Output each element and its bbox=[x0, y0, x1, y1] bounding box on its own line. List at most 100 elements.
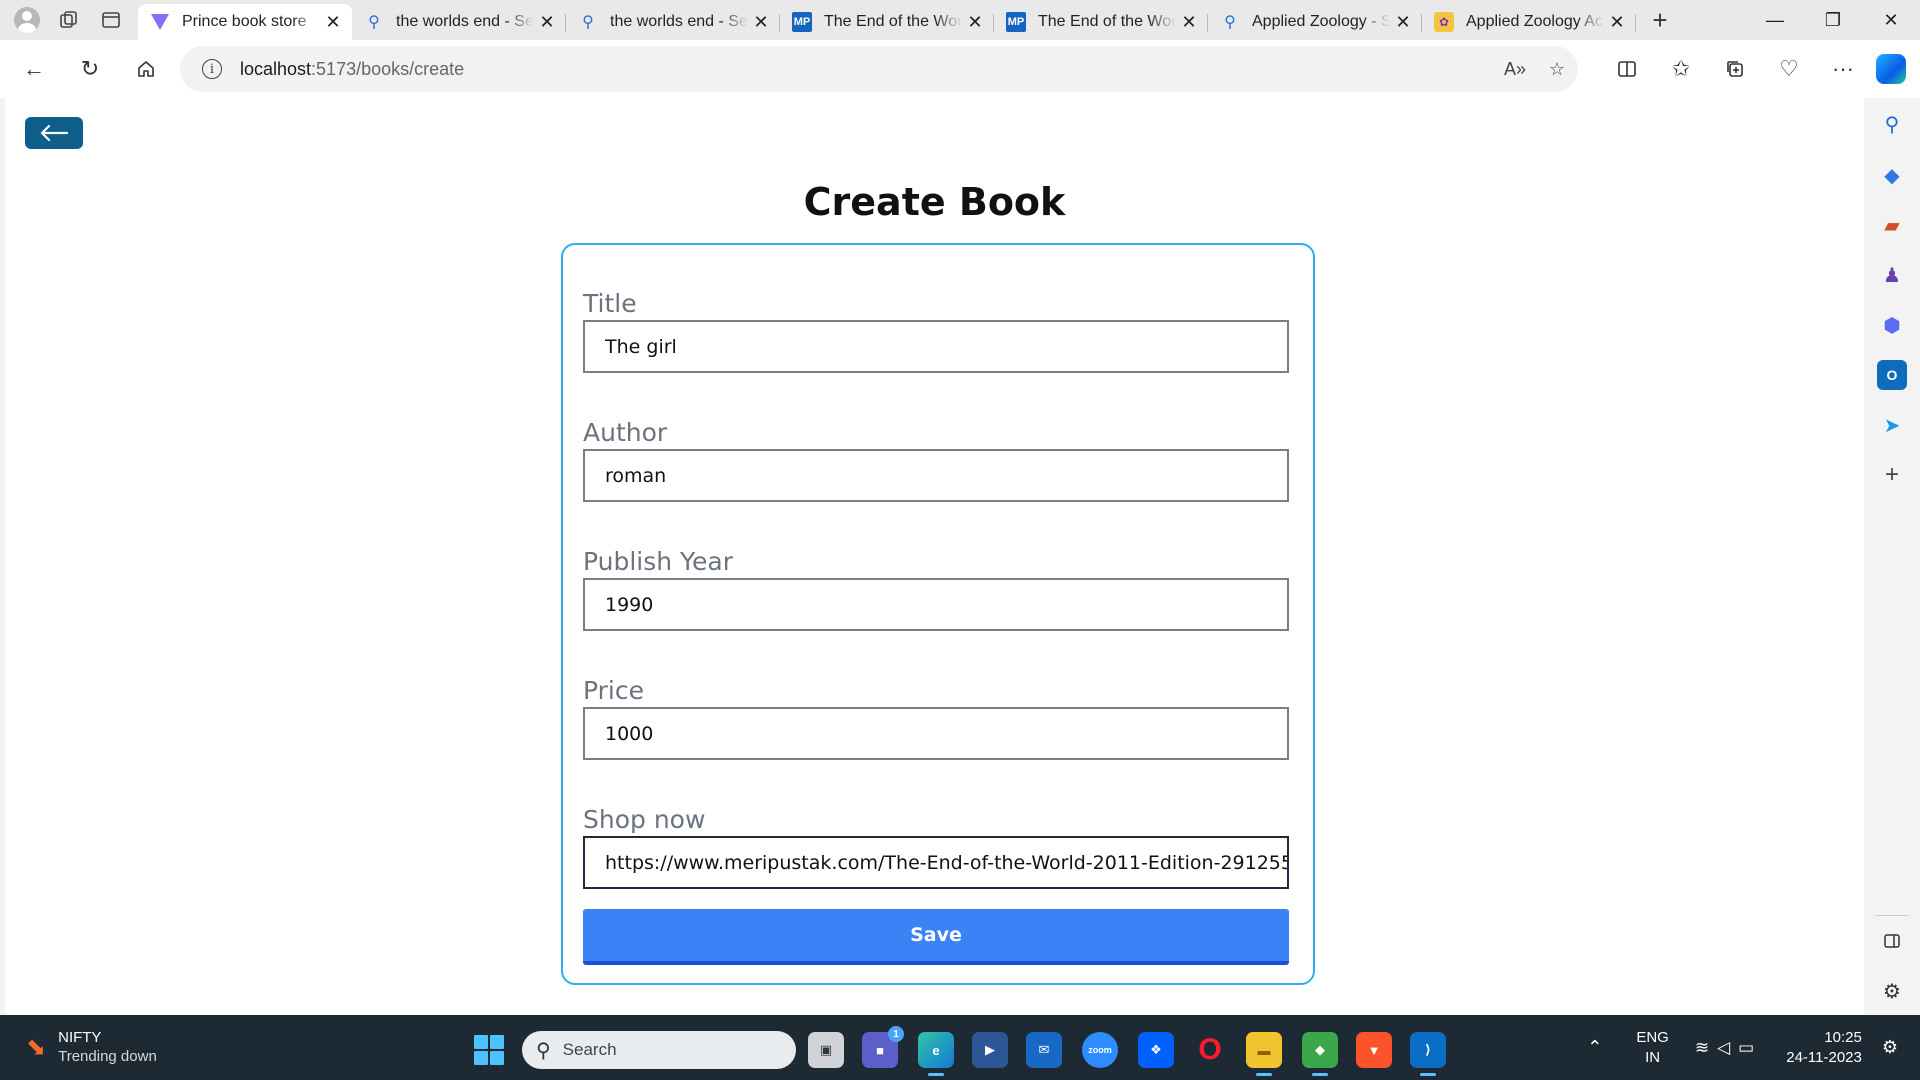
chat-badge: 1 bbox=[888, 1026, 904, 1042]
restore-button[interactable]: ❐ bbox=[1804, 0, 1862, 40]
tab-end-of-world-1[interactable]: MP The End of the World ✕ bbox=[780, 4, 994, 40]
sidebar-search-icon[interactable]: ⚲ bbox=[1877, 109, 1907, 139]
windows-taskbar: ⬊ NIFTY Trending down ⚲ Search ▣ ■ 1 e ▶ … bbox=[0, 1015, 1920, 1080]
tab-end-of-world-2[interactable]: MP The End of the World ✕ bbox=[994, 4, 1208, 40]
url-host: localhost bbox=[240, 58, 312, 79]
tab-label: the worlds end - Search bbox=[610, 13, 748, 30]
network-volume-battery-icons[interactable]: ≋◁▭ bbox=[1695, 1038, 1762, 1058]
back-button[interactable] bbox=[25, 117, 83, 149]
brave-icon[interactable]: ▼ bbox=[1356, 1032, 1392, 1068]
tab-prince-book-store[interactable]: Prince book store ✕ bbox=[138, 4, 352, 40]
price-label: Price bbox=[583, 676, 644, 705]
new-tab-button[interactable]: + bbox=[1642, 2, 1678, 38]
clock-date: 24-11-2023 bbox=[1786, 1048, 1862, 1066]
file-explorer-icon[interactable]: ▬ bbox=[1246, 1032, 1282, 1076]
sidebar-microsoft365-icon[interactable]: ⬢ bbox=[1877, 310, 1907, 340]
sidebar-hide-icon[interactable] bbox=[1877, 926, 1907, 956]
bluestacks-icon[interactable]: ◆ bbox=[1302, 1032, 1338, 1076]
search-icon: ⚲ bbox=[536, 1039, 551, 1062]
close-window-button[interactable]: ✕ bbox=[1862, 0, 1920, 40]
taskbar-search[interactable]: ⚲ Search bbox=[522, 1031, 796, 1069]
close-tab-icon[interactable]: ✕ bbox=[1608, 12, 1626, 33]
region-code: IN bbox=[1645, 1048, 1661, 1066]
tab-label: the worlds end - Search bbox=[396, 13, 534, 30]
opera-icon[interactable]: O bbox=[1192, 1032, 1228, 1068]
save-button[interactable]: Save bbox=[583, 909, 1289, 965]
publish-year-label: Publish Year bbox=[583, 547, 733, 576]
dropbox-icon[interactable]: ❖ bbox=[1138, 1032, 1174, 1068]
sidebar-shopping-icon[interactable]: ◆ bbox=[1877, 160, 1907, 190]
trend-down-icon: ⬊ bbox=[26, 1034, 47, 1061]
close-tab-icon[interactable]: ✕ bbox=[752, 12, 770, 33]
mp-icon: MP bbox=[1006, 12, 1026, 32]
more-menu-icon[interactable]: ··· bbox=[1816, 49, 1870, 89]
sidebar-tools-icon[interactable]: ▰ bbox=[1877, 210, 1907, 240]
tab-strip: Prince book store ✕ ⚲ the worlds end - S… bbox=[0, 0, 1920, 40]
sidebar-drop-icon[interactable]: ➤ bbox=[1877, 410, 1907, 440]
page-title: Create Book bbox=[803, 180, 1066, 224]
show-hidden-icons-icon[interactable]: ⌃ bbox=[1587, 1037, 1602, 1058]
price-input[interactable] bbox=[583, 707, 1289, 760]
close-tab-icon[interactable]: ✕ bbox=[324, 12, 342, 33]
page-viewport: Create Book Title Author Publish Year Pr… bbox=[5, 98, 1864, 1015]
browser-essentials-icon[interactable]: ♡ bbox=[1762, 49, 1816, 89]
search-icon: ⚲ bbox=[368, 14, 380, 31]
favorites-icon[interactable]: ✩ bbox=[1654, 49, 1708, 89]
start-icon[interactable] bbox=[474, 1035, 504, 1065]
sidebar-outlook-icon[interactable]: O bbox=[1877, 360, 1907, 390]
back-nav-icon[interactable]: ← bbox=[14, 49, 54, 89]
sidebar-games-icon[interactable]: ♟ bbox=[1877, 260, 1907, 290]
favorite-star-icon[interactable]: ☆ bbox=[1542, 54, 1572, 84]
task-view-icon[interactable]: ▣ bbox=[808, 1032, 844, 1068]
tab-applied-zoology-search[interactable]: ⚲ Applied Zoology - Search ✕ bbox=[1208, 4, 1422, 40]
home-icon[interactable] bbox=[126, 49, 166, 89]
close-tab-icon[interactable]: ✕ bbox=[966, 12, 984, 33]
close-tab-icon[interactable]: ✕ bbox=[538, 12, 556, 33]
tab-actions-icon[interactable] bbox=[96, 5, 126, 35]
window-controls: — ❐ ✕ bbox=[1746, 0, 1920, 40]
copilot-icon[interactable] bbox=[1876, 54, 1906, 84]
tab-label: The End of the World bbox=[1038, 13, 1176, 30]
profile-avatar-icon bbox=[14, 7, 40, 33]
tab-applied-zoology[interactable]: ✿ Applied Zoology Ac ✕ bbox=[1422, 4, 1636, 40]
teams-chat-icon[interactable]: ■ 1 bbox=[862, 1026, 904, 1068]
site-info-icon[interactable]: i bbox=[202, 59, 222, 79]
search-placeholder: Search bbox=[562, 1040, 617, 1059]
tab-worlds-end-search-1[interactable]: ⚲ the worlds end - Search ✕ bbox=[352, 4, 566, 40]
profile-button[interactable] bbox=[12, 5, 42, 35]
author-input[interactable] bbox=[583, 449, 1289, 502]
workspaces-icon[interactable] bbox=[54, 5, 84, 35]
shop-now-input[interactable] bbox=[583, 836, 1289, 889]
minimize-button[interactable]: — bbox=[1746, 0, 1804, 40]
mp-icon: MP bbox=[792, 12, 812, 32]
language-indicator[interactable]: ENG IN bbox=[1636, 1028, 1669, 1068]
close-tab-icon[interactable]: ✕ bbox=[1394, 12, 1412, 33]
edge-icon[interactable]: e bbox=[918, 1032, 954, 1076]
read-aloud-icon[interactable]: A» bbox=[1500, 54, 1530, 84]
split-screen-icon[interactable] bbox=[1600, 49, 1654, 89]
tab-list: Prince book store ✕ ⚲ the worlds end - S… bbox=[138, 0, 1636, 40]
notifications-icon[interactable]: ⚙ bbox=[1882, 1037, 1898, 1058]
address-url[interactable]: localhost:5173/books/create bbox=[240, 59, 464, 80]
zoom-icon[interactable]: zoom bbox=[1082, 1032, 1118, 1068]
address-bar[interactable]: i localhost:5173/books/create A» ☆ bbox=[180, 46, 1578, 92]
sidebar-add-icon[interactable]: + bbox=[1877, 460, 1907, 490]
publish-year-input[interactable] bbox=[583, 578, 1289, 631]
tab-label: The End of the World bbox=[824, 13, 962, 30]
clock[interactable]: 10:25 24-11-2023 bbox=[1786, 1028, 1862, 1068]
bing-icon[interactable]: ▶ bbox=[972, 1032, 1008, 1068]
mail-icon[interactable]: ✉ bbox=[1026, 1032, 1062, 1068]
close-tab-icon[interactable]: ✕ bbox=[1180, 12, 1198, 33]
sidebar-settings-icon[interactable]: ⚙ bbox=[1877, 976, 1907, 1006]
stock-widget[interactable]: ⬊ NIFTY Trending down bbox=[26, 1029, 157, 1065]
author-label: Author bbox=[583, 418, 668, 447]
refresh-icon[interactable]: ↻ bbox=[70, 49, 110, 89]
toolbar-right: ✩ ♡ ··· bbox=[1600, 40, 1920, 98]
tab-worlds-end-search-2[interactable]: ⚲ the worlds end - Search ✕ bbox=[566, 4, 780, 40]
widget-status: Trending down bbox=[58, 1048, 157, 1065]
collections-icon[interactable] bbox=[1708, 49, 1762, 89]
vscode-icon[interactable]: ⟩ bbox=[1410, 1032, 1446, 1076]
title-input[interactable] bbox=[583, 320, 1289, 373]
title-label: Title bbox=[583, 289, 637, 318]
navigation-bar: ← ↻ i localhost:5173/books/create A» ☆ ✩… bbox=[0, 40, 1920, 98]
